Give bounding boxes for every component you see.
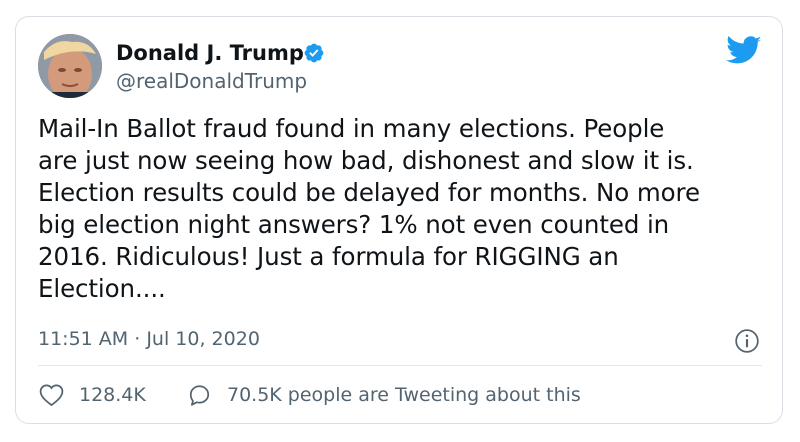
author-name[interactable]: Donald J. Trump: [116, 40, 304, 66]
info-icon[interactable]: [734, 328, 760, 354]
tweet-timestamp[interactable]: 11:51 AM · Jul 10, 2020: [38, 326, 260, 352]
tweet-date[interactable]: Jul 10, 2020: [146, 328, 260, 350]
avatar[interactable]: [38, 34, 102, 98]
tweet-text: Mail-In Ballot fraud found in many elect…: [38, 114, 700, 303]
speech-bubble-icon[interactable]: [186, 383, 213, 407]
heart-icon[interactable]: [38, 383, 65, 407]
meta-separator: ·: [134, 328, 141, 350]
tweeting-about-link[interactable]: 70.5K people are Tweeting about this: [186, 382, 581, 408]
verified-badge-icon: [304, 43, 324, 63]
like-count: 128.4K: [79, 384, 146, 406]
tweeting-about-text: 70.5K people are Tweeting about this: [227, 384, 581, 406]
twitter-bird-icon[interactable]: [726, 36, 762, 66]
tweet-time[interactable]: 11:51 AM: [38, 328, 128, 350]
divider: [38, 365, 762, 366]
author-handle[interactable]: @realDonaldTrump: [116, 68, 307, 94]
like-button[interactable]: 128.4K: [38, 382, 146, 408]
